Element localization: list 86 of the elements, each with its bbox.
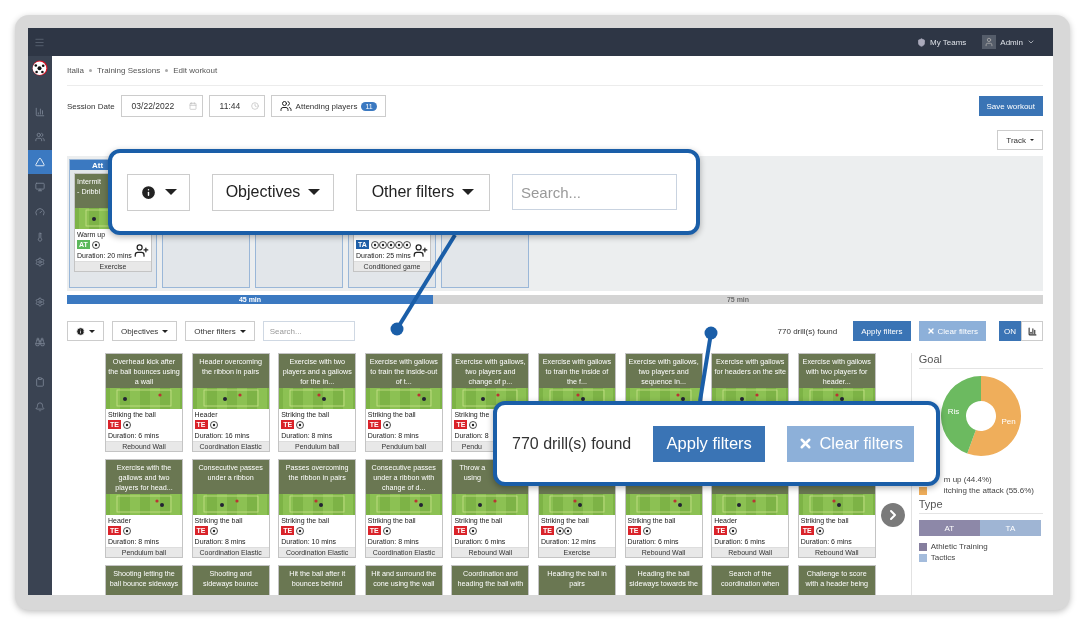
type-segment: TA xyxy=(979,520,1041,536)
caret-icon xyxy=(308,189,321,195)
objectives-dropdown[interactable]: Objectives xyxy=(212,173,334,211)
bar-chart-icon xyxy=(35,107,45,117)
two-balls-icon xyxy=(555,526,572,535)
sidebar-item[interactable] xyxy=(28,150,52,174)
search-field[interactable]: Search... xyxy=(512,174,677,210)
other-filters-dropdown[interactable]: Other filters xyxy=(356,173,490,211)
clipboard-icon xyxy=(35,377,45,387)
breadcrumb-item: Edit workout xyxy=(173,66,218,75)
users-icon xyxy=(279,100,292,112)
time-field[interactable]: 11:44 xyxy=(208,95,265,117)
caret-icon xyxy=(462,189,475,195)
ball-icon xyxy=(91,240,100,249)
breadcrumb-item[interactable]: Italia xyxy=(67,66,84,75)
next-button[interactable] xyxy=(881,503,906,527)
view-toggle[interactable]: ON xyxy=(999,321,1021,341)
ball-icon xyxy=(122,420,131,429)
search-field[interactable]: Search... xyxy=(262,321,355,341)
breadcrumb-item[interactable]: Training Sessions xyxy=(96,66,161,75)
caret-icon xyxy=(89,329,95,333)
avatar-icon xyxy=(982,35,997,49)
settings-icon xyxy=(35,257,45,267)
goal-title: Goal xyxy=(918,353,1043,369)
bell-icon xyxy=(35,402,45,412)
ball-icon xyxy=(642,526,651,535)
ball-icon xyxy=(122,526,131,535)
caret-icon xyxy=(239,329,246,333)
date-field[interactable]: 03/22/2022 xyxy=(120,95,203,117)
thermometer-icon xyxy=(35,232,45,242)
slot-header: Att xyxy=(92,160,104,170)
close-icon xyxy=(926,327,935,335)
gauge-icon xyxy=(35,207,45,217)
results-count: 770 drill(s) found xyxy=(777,326,838,336)
cone-icon xyxy=(35,157,45,167)
objectives-dropdown[interactable]: Objectives xyxy=(112,321,178,341)
type-title: Type xyxy=(918,498,1043,514)
shield-icon xyxy=(917,37,926,47)
track-dropdown[interactable]: Track xyxy=(997,130,1043,150)
separator-icon xyxy=(88,69,92,72)
legend-label: m up (44.4%) xyxy=(943,475,992,484)
apply-filters-button[interactable]: Apply filters xyxy=(653,425,766,462)
add-player-icon[interactable] xyxy=(413,242,428,258)
view-toggle[interactable] xyxy=(1021,321,1043,341)
save-workout-button[interactable]: Save workout xyxy=(978,96,1043,116)
info-icon xyxy=(76,326,85,336)
menu-icon[interactable] xyxy=(34,36,45,48)
ball-icon xyxy=(469,526,478,535)
caret-icon xyxy=(162,329,169,333)
binoculars-icon xyxy=(35,337,45,347)
ball-icon xyxy=(296,526,305,535)
settings-icon xyxy=(35,297,45,307)
caret-icon xyxy=(165,189,177,195)
apply-filters-button[interactable]: Apply filters xyxy=(853,321,911,341)
ball-icon xyxy=(382,420,391,429)
session-date-label: Session Date xyxy=(67,101,115,111)
bar-chart-icon xyxy=(1027,326,1037,336)
ball-icon xyxy=(815,526,824,535)
type-segment: AT xyxy=(918,520,980,536)
slice-label: Ris xyxy=(947,407,959,417)
legend-label: Tactics xyxy=(930,553,956,562)
calendar-icon xyxy=(188,102,197,110)
info-dropdown[interactable] xyxy=(67,321,104,341)
info-icon xyxy=(140,183,157,201)
ball-icon xyxy=(729,526,738,535)
caret-icon xyxy=(1030,139,1034,141)
slice-label: Pen xyxy=(1001,416,1016,426)
monitor-icon xyxy=(35,182,45,192)
balls-icon xyxy=(370,240,411,249)
users-icon xyxy=(35,132,45,142)
add-player-icon[interactable] xyxy=(134,242,149,258)
user-menu[interactable]: Admin xyxy=(982,35,1035,49)
legend-label: itching the attack (55.6%) xyxy=(943,486,1035,495)
my-teams-link[interactable]: My Teams xyxy=(917,37,967,47)
other-filters-dropdown[interactable]: Other filters xyxy=(185,321,255,341)
ball-icon xyxy=(209,526,218,535)
clock-icon xyxy=(250,102,259,110)
logo-icon xyxy=(32,60,48,76)
ball-icon xyxy=(469,420,478,429)
caret-icon xyxy=(1027,38,1035,46)
ball-icon xyxy=(209,420,218,429)
separator-icon xyxy=(165,69,169,72)
legend-label: Athletic Training xyxy=(930,542,988,551)
info-dropdown[interactable] xyxy=(127,173,190,211)
ball-icon xyxy=(296,420,305,429)
ball-icon xyxy=(382,526,391,535)
